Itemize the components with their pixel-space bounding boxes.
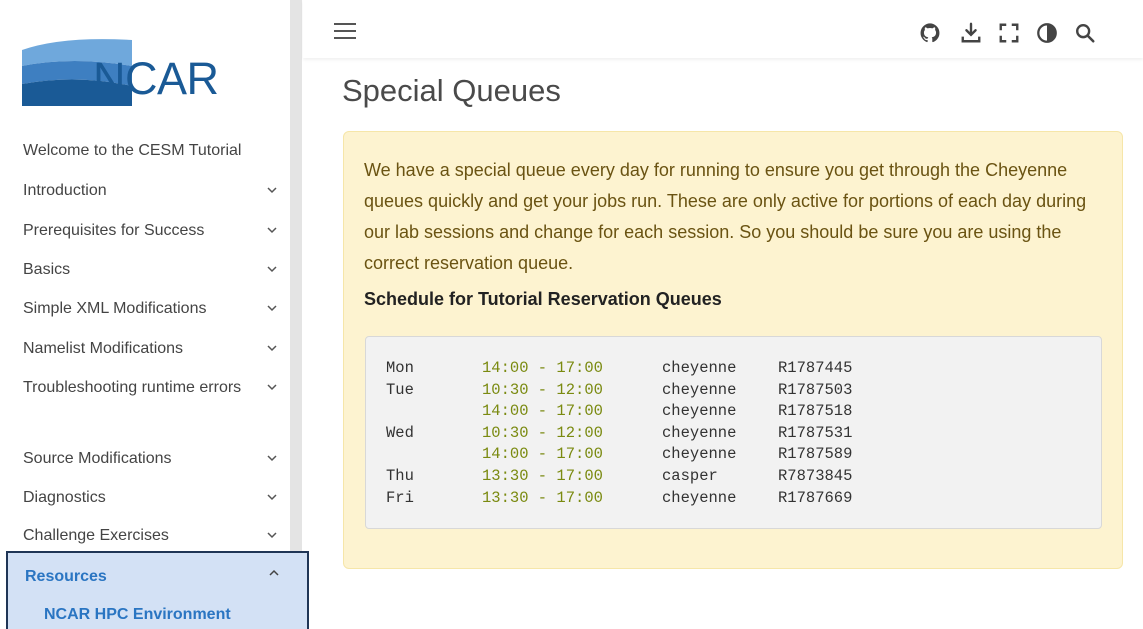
schedule-day: Mon [386, 359, 414, 377]
schedule-reservation: R7873845 [778, 467, 853, 485]
ncar-logo[interactable]: NCAR [22, 36, 262, 106]
sidebar-item-label: Prerequisites for Success [23, 222, 205, 239]
sidebar-item-label: Basics [23, 261, 71, 278]
callout-text: We have a special queue every day for ru… [364, 160, 1087, 273]
schedule-reservation: R1787669 [778, 488, 853, 507]
schedule-machine: cheyenne [662, 359, 737, 377]
sidebar-item-label: Diagnostics [23, 489, 106, 506]
sidebar-subitem-ncar-hpc-environment[interactable]: NCAR HPC Environment [44, 606, 231, 624]
sidebar-item-resources[interactable]: Resources NCAR HPC Environment [6, 551, 309, 629]
menu-icon[interactable] [334, 23, 356, 40]
schedule-time: 14:00 - 17:00 [482, 445, 603, 464]
theme-toggle-icon[interactable] [1036, 22, 1058, 44]
sidebar-item-troubleshooting-runtime-errors[interactable]: Troubleshooting runtime errors [0, 374, 292, 432]
sidebar-item-introduction[interactable]: Introduction [0, 176, 292, 206]
sidebar-item-welcome-to-the-cesm-tutorial[interactable]: Welcome to the CESM Tutorial [0, 136, 292, 166]
sidebar-item-resources-label: Resources [25, 568, 107, 585]
schedule-reservation: R1787531 [778, 423, 853, 442]
schedule-time: 14:00 - 17:00 [482, 359, 603, 377]
schedule-machine: cheyenne [662, 380, 737, 399]
sidebar-item-namelist-modifications[interactable]: Namelist Modifications [0, 334, 292, 364]
schedule-time: 13:30 - 17:00 [482, 488, 603, 507]
sidebar-item-basics[interactable]: Basics [0, 255, 292, 285]
important-callout: We have a special queue every day for ru… [343, 131, 1123, 569]
download-icon[interactable] [960, 22, 982, 44]
schedule-machine: cheyenne [662, 402, 737, 421]
schedule-day: Tue [386, 380, 414, 399]
logo-text: NCAR [93, 53, 219, 104]
schedule-reservation: R1787503 [778, 380, 853, 399]
sidebar-item-prerequisites-for-success[interactable]: Prerequisites for Success [0, 216, 292, 246]
schedule-reservation: R1787518 [778, 402, 853, 421]
github-icon[interactable] [919, 22, 941, 44]
sidebar-item-label: Simple XML Modifications [23, 300, 207, 317]
schedule-reservation: R1787589 [778, 445, 853, 464]
top-header [303, 0, 1143, 58]
schedule-machine: casper [662, 467, 718, 485]
fullscreen-icon[interactable] [998, 22, 1020, 44]
schedule-day: Fri [386, 488, 414, 507]
schedule-time: 10:30 - 12:00 [482, 423, 603, 442]
schedule-reservation: R1787445 [778, 359, 853, 377]
page-title: Special Queues [342, 73, 561, 108]
chevron-down-icon[interactable] [266, 263, 280, 277]
sidebar-item-simple-xml-modifications[interactable]: Simple XML Modifications [0, 294, 292, 324]
sidebar-item-challenge-exercises[interactable]: Challenge Exercises [0, 521, 292, 551]
chevron-down-icon[interactable] [266, 184, 280, 198]
chevron-up-icon[interactable] [268, 566, 280, 582]
callout-subheading: Schedule for Tutorial Reservation Queues [364, 289, 722, 309]
sidebar-item-source-modifications[interactable]: Source Modifications [0, 444, 292, 474]
sidebar-item-label: Challenge Exercises [23, 527, 169, 544]
sidebar-item-diagnostics[interactable]: Diagnostics [0, 483, 292, 513]
schedule-time: 13:30 - 17:00 [482, 467, 603, 485]
schedule-day: Wed [386, 423, 414, 442]
schedule-machine: cheyenne [662, 488, 737, 507]
schedule-time: 14:00 - 17:00 [482, 402, 603, 421]
sidebar-item-label: Source Modifications [23, 450, 172, 467]
chevron-down-icon[interactable] [266, 302, 280, 316]
chevron-down-icon[interactable] [266, 529, 280, 543]
sidebar-item-label: Introduction [23, 182, 107, 199]
sidebar: NCAR Welcome to the CESM Tutorial Introdu… [0, 0, 292, 629]
chevron-down-icon[interactable] [266, 224, 280, 238]
sidebar-item-label: Namelist Modifications [23, 340, 184, 357]
sidebar-item-label: Troubleshooting runtime errors [23, 379, 242, 396]
chevron-down-icon[interactable] [266, 491, 280, 505]
chevron-down-icon[interactable] [266, 381, 280, 395]
chevron-down-icon[interactable] [266, 342, 280, 356]
search-icon[interactable] [1074, 22, 1096, 44]
schedule-time: 10:30 - 12:00 [482, 380, 603, 399]
sidebar-scrollbar[interactable] [290, 0, 302, 629]
schedule-machine: cheyenne [662, 445, 737, 464]
sidebar-item-label: Welcome to the CESM Tutorial [23, 142, 242, 159]
schedule-code-block: Mon 14:00 - 17:00 cheyenne R1787445 Tue 10:30… [365, 336, 1102, 529]
schedule-day: Thu [386, 467, 414, 485]
chevron-down-icon[interactable] [266, 452, 280, 466]
schedule-machine: cheyenne [662, 423, 737, 442]
